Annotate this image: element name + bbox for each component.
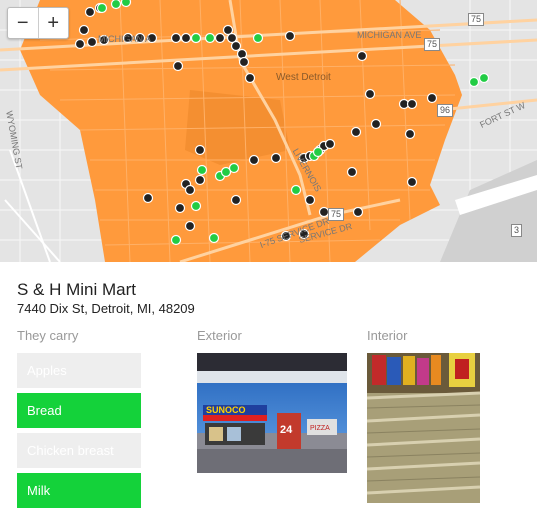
exterior-small-sign: PIZZA bbox=[310, 425, 330, 432]
map-label-michigan-ave-east: MICHIGAN AVE bbox=[357, 30, 422, 40]
interior-photo[interactable] bbox=[367, 353, 480, 503]
exterior-sign-text: SUNOCO bbox=[206, 405, 246, 415]
store-marker[interactable] bbox=[426, 92, 438, 104]
store-marker-carries[interactable] bbox=[110, 0, 122, 10]
store-marker[interactable] bbox=[244, 72, 256, 84]
store-markers bbox=[74, 0, 490, 246]
store-marker[interactable] bbox=[214, 32, 226, 44]
store-marker[interactable] bbox=[406, 176, 418, 188]
store-marker[interactable] bbox=[74, 38, 86, 50]
highway-shield: 75 bbox=[424, 38, 441, 51]
store-marker-carries[interactable] bbox=[208, 232, 220, 244]
store-marker[interactable] bbox=[304, 194, 316, 206]
item-bread: Bread bbox=[17, 393, 141, 428]
store-marker-carries[interactable] bbox=[228, 162, 240, 174]
store-name: S & H Mini Mart bbox=[17, 280, 137, 299]
zoom-control: − + bbox=[7, 7, 69, 39]
carry-heading: They carry bbox=[17, 328, 79, 343]
store-marker[interactable] bbox=[84, 6, 96, 18]
store-address: 7440 Dix St, Detroit, MI, 48209 bbox=[17, 301, 195, 316]
store-marker[interactable] bbox=[356, 50, 368, 62]
store-marker-carries[interactable] bbox=[196, 164, 208, 176]
highway-shield: 3 bbox=[511, 224, 523, 237]
map-label-west-detroit: West Detroit bbox=[276, 72, 331, 83]
store-marker[interactable] bbox=[352, 206, 364, 218]
store-marker-carries[interactable] bbox=[478, 72, 490, 84]
store-marker[interactable] bbox=[324, 138, 336, 150]
store-marker[interactable] bbox=[170, 32, 182, 44]
store-marker[interactable] bbox=[142, 192, 154, 204]
store-marker[interactable] bbox=[270, 152, 282, 164]
interior-photo-image bbox=[367, 353, 480, 503]
highway-shield: 75 bbox=[468, 13, 485, 26]
store-marker-carries[interactable] bbox=[190, 200, 202, 212]
store-marker-carries[interactable] bbox=[190, 32, 202, 44]
store-marker[interactable] bbox=[184, 220, 196, 232]
exterior-heading: Exterior bbox=[197, 328, 242, 343]
store-marker-carries[interactable] bbox=[120, 0, 132, 8]
store-marker[interactable] bbox=[346, 166, 358, 178]
store-marker[interactable] bbox=[78, 24, 90, 36]
exterior-photo-image: SUNOCO 24 PIZZA bbox=[197, 353, 347, 473]
highway-shield: 75 bbox=[328, 208, 345, 221]
store-marker[interactable] bbox=[194, 144, 206, 156]
map-label-michigan-ave: MICHIGAN A bbox=[98, 34, 152, 44]
store-marker[interactable] bbox=[86, 36, 98, 48]
store-marker[interactable] bbox=[350, 126, 362, 138]
store-marker[interactable] bbox=[230, 40, 242, 52]
item-apples: Apples bbox=[17, 353, 141, 388]
store-detail-panel: S & H Mini Mart 7440 Dix St, Detroit, MI… bbox=[0, 262, 537, 512]
map[interactable]: − + West Detroit MICHIGAN A MICHIGAN AVE… bbox=[0, 0, 537, 262]
store-marker[interactable] bbox=[364, 88, 376, 100]
store-marker[interactable] bbox=[194, 174, 206, 186]
store-marker[interactable] bbox=[404, 128, 416, 140]
store-marker[interactable] bbox=[370, 118, 382, 130]
interior-heading: Interior bbox=[367, 328, 408, 343]
store-marker[interactable] bbox=[248, 154, 260, 166]
zoom-out-button[interactable]: − bbox=[8, 8, 38, 38]
exterior-photo[interactable]: SUNOCO 24 PIZZA bbox=[197, 353, 347, 473]
store-marker[interactable] bbox=[172, 60, 184, 72]
store-marker-carries[interactable] bbox=[96, 2, 108, 14]
store-marker-carries[interactable] bbox=[252, 32, 264, 44]
item-chicken-breast: Chicken breast bbox=[17, 433, 141, 468]
store-marker-carries[interactable] bbox=[468, 76, 480, 88]
store-marker[interactable] bbox=[174, 202, 186, 214]
zoom-in-button[interactable]: + bbox=[37, 8, 69, 38]
store-marker-carries[interactable] bbox=[170, 234, 182, 246]
store-marker[interactable] bbox=[180, 32, 192, 44]
exterior-sign-number: 24 bbox=[280, 424, 293, 436]
store-marker-carries[interactable] bbox=[312, 146, 324, 158]
highway-shield: 96 bbox=[437, 104, 454, 117]
item-milk: Milk bbox=[17, 473, 141, 508]
store-marker[interactable] bbox=[284, 30, 296, 42]
store-marker[interactable] bbox=[230, 194, 242, 206]
store-marker-carries[interactable] bbox=[290, 184, 302, 196]
store-marker[interactable] bbox=[184, 184, 196, 196]
store-marker[interactable] bbox=[406, 98, 418, 110]
store-marker[interactable] bbox=[238, 56, 250, 68]
store-marker-carries[interactable] bbox=[204, 32, 216, 44]
